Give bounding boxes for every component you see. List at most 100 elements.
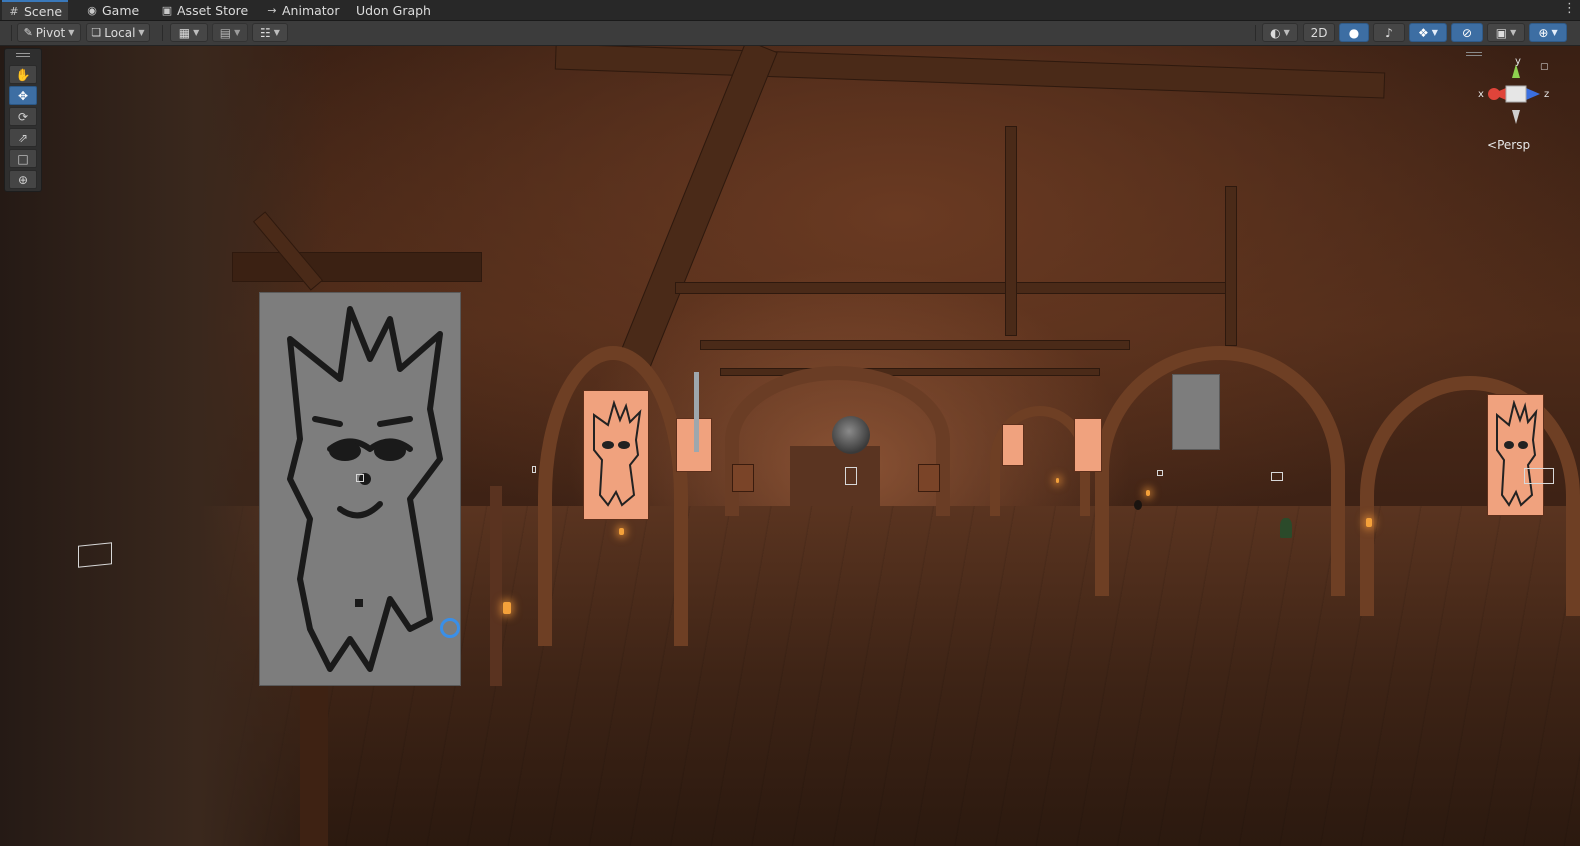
poster-peach-far[interactable] xyxy=(1002,424,1024,466)
grid-snap-icon: ▦ xyxy=(178,25,191,40)
right-arch-near xyxy=(1360,376,1580,616)
axis-gizmo-icon xyxy=(1488,64,1540,124)
poster-header-beam xyxy=(232,252,482,282)
effects-dropdown[interactable]: ❖ ▼ xyxy=(1409,23,1447,42)
ceiling-rafter xyxy=(618,46,778,368)
poster-peach[interactable] xyxy=(583,390,649,520)
projection-label: Persp xyxy=(1497,138,1531,152)
poster-peach-far[interactable] xyxy=(1074,418,1102,472)
gizmo-z-label: z xyxy=(1544,89,1550,100)
right-arch xyxy=(1095,346,1345,596)
ruler-icon: ☷ xyxy=(260,25,271,40)
more-options-icon[interactable]: ⋮ xyxy=(1563,1,1576,16)
gizmos-globe-icon: ⊕ xyxy=(1538,25,1549,40)
tab-asset-store[interactable]: ▣ Asset Store xyxy=(155,0,254,20)
ruler-dropdown[interactable]: ☷ ▼ xyxy=(252,23,288,42)
transform-tool-button[interactable]: ⊕ xyxy=(9,170,37,189)
hand-tool-button[interactable]: ✋ xyxy=(9,65,37,84)
poster-peach-right[interactable] xyxy=(1487,394,1544,516)
ceiling-beam xyxy=(700,340,1130,350)
local-label: Local xyxy=(104,25,136,40)
cat-drawing-icon xyxy=(593,400,642,507)
tab-animator[interactable]: → Animator xyxy=(260,0,345,20)
hanging-blade xyxy=(694,372,699,452)
audio-toggle-button[interactable]: ♪ xyxy=(1373,23,1405,42)
poster-large-gray[interactable] xyxy=(259,292,461,686)
camera-gizmo[interactable] xyxy=(845,467,857,485)
pivot-dropdown[interactable]: ✎ Pivot ▼ xyxy=(17,23,81,42)
toolbar-separator xyxy=(162,25,163,41)
chevron-down-icon: ▼ xyxy=(193,28,200,37)
small-object xyxy=(1134,500,1142,510)
chevron-down-icon: ▼ xyxy=(138,28,145,37)
chevron-down-icon: ▼ xyxy=(234,28,241,37)
camera-gizmo[interactable] xyxy=(1524,468,1554,484)
shading-mode-dropdown[interactable]: ◐ ▼ xyxy=(1262,23,1298,42)
scene-visibility-button[interactable]: ⊘ xyxy=(1451,23,1483,42)
wooden-post xyxy=(300,686,328,846)
sphere-object xyxy=(832,416,870,454)
grid-snap-dropdown[interactable]: ▦ ▼ xyxy=(170,23,208,42)
cat-drawing-icon xyxy=(287,306,443,672)
chevron-down-icon: ▼ xyxy=(1283,28,1290,37)
roof-post xyxy=(1225,186,1237,346)
selection-pivot-handle[interactable] xyxy=(440,618,460,638)
chevron-down-icon: ▼ xyxy=(1551,28,1558,37)
chevron-left-icon: < xyxy=(1487,138,1498,152)
wooden-post xyxy=(490,486,502,686)
tab-scene-label: Scene xyxy=(24,3,63,19)
potted-plant xyxy=(1280,518,1292,538)
effects-icon: ❖ xyxy=(1418,25,1429,40)
camera-icon: ▣ xyxy=(1495,25,1508,40)
far-door xyxy=(918,464,940,492)
camera-settings-dropdown[interactable]: ▣ ▼ xyxy=(1487,23,1525,42)
camera-gizmo[interactable] xyxy=(78,542,112,568)
pivot-label: Pivot xyxy=(35,25,66,40)
rotate-tool-button[interactable]: ⟳ xyxy=(9,107,37,126)
lantern xyxy=(1056,478,1059,483)
ceiling-beam xyxy=(720,368,1100,376)
scale-tool-button[interactable]: ⇗ xyxy=(9,128,37,147)
overlay-grip-icon[interactable] xyxy=(16,53,30,54)
lighting-toggle-button[interactable]: ● xyxy=(1339,23,1369,42)
tab-udon-graph-label: Udon Graph xyxy=(356,2,431,18)
gizmos-dropdown[interactable]: ⊕ ▼ xyxy=(1529,23,1567,42)
sphere-icon: ◐ xyxy=(1270,25,1281,40)
scene-viewport[interactable] xyxy=(0,46,1580,846)
far-wall xyxy=(790,446,880,506)
light-gizmo[interactable] xyxy=(1157,470,1163,476)
orientation-gizmo[interactable]: ▢ y x z xyxy=(1466,52,1570,172)
shopping-bag-icon: ▣ xyxy=(161,3,173,17)
tab-udon-graph[interactable]: Udon Graph xyxy=(350,0,437,20)
chevron-down-icon: ▼ xyxy=(273,28,280,37)
tab-game[interactable]: ◉ Game xyxy=(80,0,145,20)
lantern xyxy=(503,602,511,614)
increment-snap-icon: ▤ xyxy=(219,25,232,40)
light-probe-gizmo[interactable] xyxy=(356,474,364,482)
lightbulb-icon: ● xyxy=(1348,25,1360,40)
tab-game-label: Game xyxy=(102,2,140,18)
far-door xyxy=(732,464,754,492)
move-tool-button[interactable]: ✥ xyxy=(9,86,37,105)
scale-icon: ⇗ xyxy=(17,130,29,145)
local-dropdown[interactable]: ❏ Local ▼ xyxy=(86,23,150,42)
chevron-down-icon: ▼ xyxy=(1431,28,1438,37)
move-arrows-icon: ✥ xyxy=(17,88,29,103)
transform-icon: ⊕ xyxy=(17,172,29,187)
rect-tool-button[interactable]: □ xyxy=(9,149,37,168)
eye-slash-icon: ⊘ xyxy=(1461,25,1473,40)
rotate-icon: ⟳ xyxy=(17,109,29,124)
toolbar-grip xyxy=(11,25,12,41)
projection-toggle[interactable]: <Persp xyxy=(1487,138,1530,152)
gizmo-x-label: x xyxy=(1478,89,1484,100)
roof-post xyxy=(1005,126,1017,336)
reflection-probe-gizmo[interactable] xyxy=(1271,472,1283,481)
2d-toggle-button[interactable]: 2D xyxy=(1303,23,1335,42)
cat-drawing-icon xyxy=(1495,400,1537,507)
increment-snap-dropdown[interactable]: ▤ ▼ xyxy=(212,23,248,42)
audio-source-gizmo[interactable] xyxy=(532,466,536,473)
overlay-grip-icon[interactable] xyxy=(1466,52,1482,53)
lantern xyxy=(1146,490,1150,496)
poster-gray-far[interactable] xyxy=(1172,374,1220,450)
tab-scene[interactable]: # Scene xyxy=(2,0,69,20)
